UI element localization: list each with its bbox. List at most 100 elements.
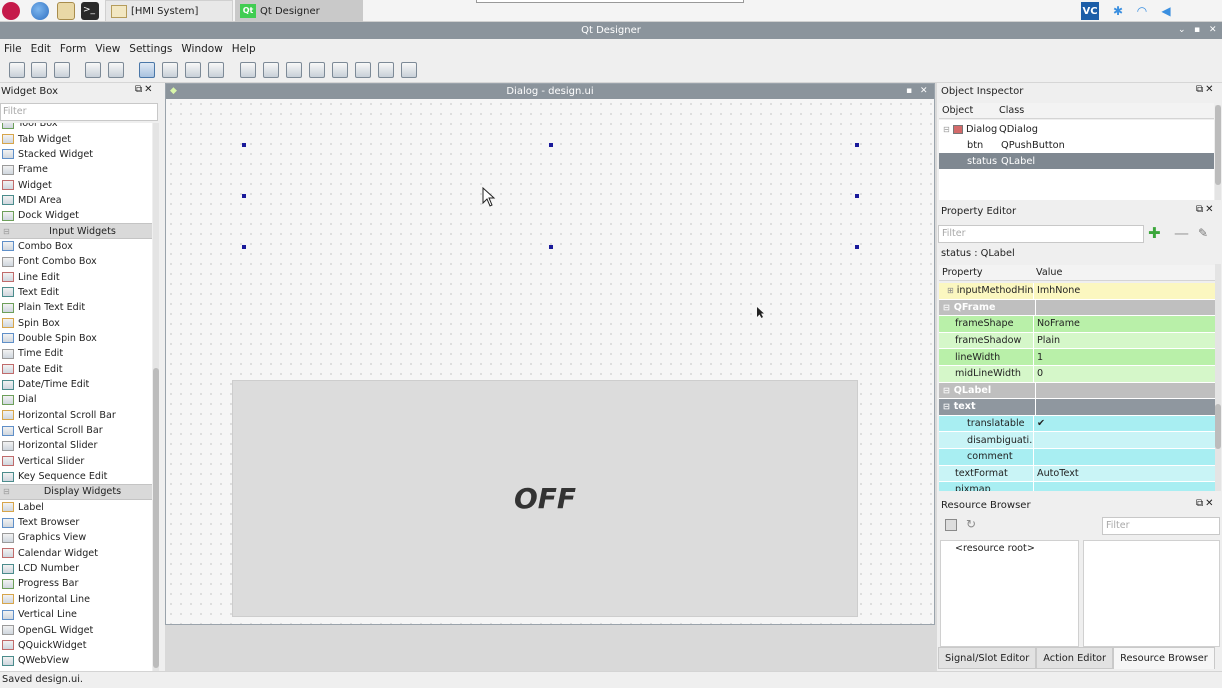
widget-item[interactable]: Progress Bar [0,576,152,591]
widget-item[interactable]: Line Edit [0,269,152,284]
widget-item[interactable]: Horizontal Line [0,592,152,607]
widget-item[interactable]: Label [0,500,152,515]
widget-item[interactable]: Frame [0,162,152,177]
property-value[interactable] [1036,300,1215,316]
property-row[interactable]: comment [939,449,1215,466]
widget-item[interactable]: Calendar Widget [0,546,152,561]
save-form-icon[interactable] [54,62,70,78]
edit-tab-order-icon[interactable] [208,62,224,78]
status-label-widget[interactable]: OFF [232,380,858,617]
collapse-icon[interactable]: ⊟ [943,402,950,411]
collapse-icon[interactable]: ⊟ [943,125,953,134]
widget-item[interactable]: OpenGL Widget [0,622,152,637]
property-value[interactable] [1036,383,1215,399]
collapse-icon[interactable]: ⊟ [3,487,13,496]
widget-item[interactable]: Font Combo Box [0,254,152,269]
menu-settings[interactable]: Settings [125,43,177,55]
widget-item[interactable]: Stacked Widget [0,147,152,162]
form-window-restore-icon[interactable]: ▪ [906,84,912,99]
menu-file[interactable]: File [0,43,27,55]
selection-handle[interactable] [242,194,246,198]
layout-horizontal-icon[interactable] [240,62,256,78]
edit-resources-icon[interactable] [945,519,957,531]
widget-item[interactable]: Dock Widget [0,208,152,223]
property-value[interactable] [1036,399,1215,415]
tab-signal-slot-editor[interactable]: Signal/Slot Editor [938,647,1037,669]
reload-icon[interactable]: ↻ [966,517,976,531]
wifi-icon[interactable]: ◠ [1133,2,1151,20]
close-icon[interactable]: ✕ [1209,22,1217,39]
property-value[interactable] [1034,449,1215,465]
menu-help[interactable]: Help [228,43,261,55]
property-editor-scrollbar[interactable] [1215,264,1221,491]
collapse-icon[interactable]: ⊟ [943,386,950,395]
raspberry-menu-icon[interactable] [2,2,20,20]
edit-widgets-icon[interactable] [139,62,155,78]
edit-buddies-icon[interactable] [185,62,201,78]
expand-icon[interactable]: ⊞ [947,286,954,295]
property-row[interactable]: translatable ✔ [939,415,1215,433]
widget-item[interactable]: Date/Time Edit [0,377,152,392]
property-row[interactable]: ⊟ text [939,399,1215,416]
selection-handle[interactable] [242,143,246,147]
object-tree[interactable]: ⊟ Dialog QDialog btn QPushButton status … [939,120,1214,200]
property-row[interactable]: textFormat AutoText [939,465,1215,483]
menu-view[interactable]: View [91,43,125,55]
file-manager-icon[interactable] [57,2,75,20]
layout-vertical-icon[interactable] [263,62,279,78]
widget-item[interactable]: Plain Text Edit [0,300,152,315]
bluetooth-icon[interactable]: ✱ [1109,2,1127,20]
property-value[interactable]: NoFrame [1034,316,1215,332]
menu-edit[interactable]: Edit [27,43,56,55]
browser-icon[interactable] [31,2,49,20]
column-header-property[interactable]: Property [939,267,1036,278]
property-value[interactable]: ImhNone [1034,283,1215,299]
widget-item[interactable]: LCD Number [0,561,152,576]
widget-item[interactable]: Dial [0,392,152,407]
dock-float-close-icon[interactable]: ⧉✕ [1196,498,1216,509]
form-window-close-icon[interactable]: ✕ [920,84,928,99]
widget-item[interactable]: Graphics View [0,530,152,545]
menu-form[interactable]: Form [56,43,91,55]
volume-icon[interactable]: ◀ [1157,2,1175,20]
column-header-value[interactable]: Value [1036,267,1062,278]
tree-row-dialog[interactable]: ⊟ Dialog QDialog [939,121,1214,137]
property-row[interactable]: pixmap [939,482,1215,491]
layout-grid-icon[interactable] [332,62,348,78]
dock-float-close-icon[interactable]: ⧉✕ [1196,84,1216,95]
add-property-icon[interactable]: ✚ [1148,225,1161,241]
bring-to-front-icon[interactable] [85,62,101,78]
widget-item[interactable]: Double Spin Box [0,331,152,346]
column-header-class[interactable]: Class [999,105,1024,116]
property-row[interactable]: frameShadow Plain [939,332,1215,350]
dock-float-close-icon[interactable]: ⧉✕ [135,84,155,95]
selection-handle[interactable] [242,245,246,249]
widget-item[interactable]: Combo Box [0,239,152,254]
selection-handle[interactable] [855,143,859,147]
configure-icon[interactable]: ✎ [1198,225,1208,241]
layout-horizontal-splitter-icon[interactable] [286,62,302,78]
form-window-menu-icon[interactable]: ◆ [170,84,177,99]
property-table[interactable]: ⊞ inputMethodHin... ImhNone ⊟ QFrame frameSha… [939,283,1215,491]
property-row[interactable]: ⊞ inputMethodHin... ImhNone [939,283,1215,300]
widget-item[interactable]: Vertical Scroll Bar [0,423,152,438]
top-bar-input[interactable] [476,0,744,3]
property-filter-input[interactable]: Filter [938,225,1144,243]
property-row[interactable]: ⊟ QFrame [939,299,1215,317]
property-value[interactable]: ✔ [1034,416,1215,432]
property-value[interactable]: Plain [1034,333,1215,349]
property-value[interactable] [1034,432,1215,448]
widget-item[interactable]: QWebView [0,653,152,668]
break-layout-icon[interactable] [378,62,394,78]
resource-root-item[interactable]: <resource root> [955,543,1035,554]
terminal-icon[interactable]: >_ [81,2,99,20]
widget-item[interactable]: QQuickWidget [0,638,152,653]
widget-item[interactable]: Widget [0,177,152,192]
task-hmi-system[interactable]: [HMI System] [105,0,233,22]
open-form-icon[interactable] [31,62,47,78]
property-value[interactable]: AutoText [1034,466,1215,482]
property-row[interactable]: ⊟ QLabel [939,382,1215,400]
send-to-back-icon[interactable] [108,62,124,78]
dock-float-close-icon[interactable]: ⧉✕ [1196,204,1216,215]
layout-vertical-splitter-icon[interactable] [309,62,325,78]
